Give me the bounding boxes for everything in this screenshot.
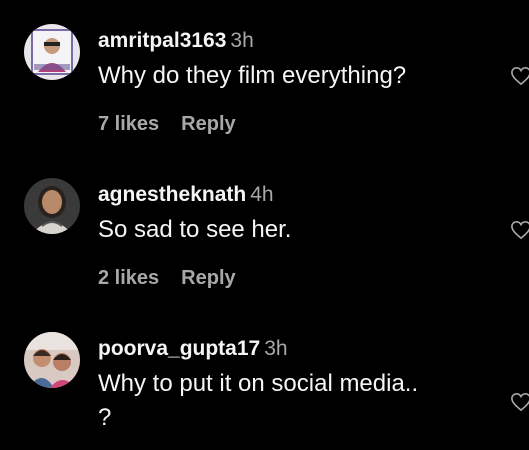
avatar-photo: [24, 24, 80, 80]
timestamp: 3h: [230, 29, 254, 52]
comment-actions: 7 likes Reply: [98, 113, 236, 136]
avatar-photo: [24, 178, 80, 234]
comment-header: amritpal3163 3h: [98, 29, 254, 53]
reply-button[interactable]: Reply: [181, 113, 235, 135]
comment-header: agnestheknath 4h: [98, 183, 274, 207]
heart-outline-icon[interactable]: [510, 220, 529, 240]
comment-text: Why do they film everything?: [98, 62, 407, 89]
reply-button[interactable]: Reply: [181, 267, 235, 289]
comment-text: So sad to see her.: [98, 216, 292, 243]
timestamp: 4h: [250, 183, 274, 206]
avatar[interactable]: [24, 24, 80, 80]
comment-text-line-1: Why to put it on social media..: [98, 370, 419, 397]
username-link[interactable]: amritpal3163: [98, 29, 226, 52]
timestamp: 3h: [264, 337, 288, 360]
username-link[interactable]: agnestheknath: [98, 183, 246, 206]
likes-count-link[interactable]: 2 likes: [98, 267, 159, 289]
heart-outline-icon[interactable]: [510, 392, 529, 412]
avatar-photo: [24, 332, 80, 388]
avatar[interactable]: [24, 332, 80, 388]
comment-header: poorva_gupta17 3h: [98, 337, 288, 361]
username-link[interactable]: poorva_gupta17: [98, 337, 260, 360]
avatar[interactable]: [24, 178, 80, 234]
comment-text-line-2: ?: [98, 404, 112, 431]
likes-count-link[interactable]: 7 likes: [98, 113, 159, 135]
heart-outline-icon[interactable]: [510, 66, 529, 86]
comment-actions: 2 likes Reply: [98, 267, 236, 290]
